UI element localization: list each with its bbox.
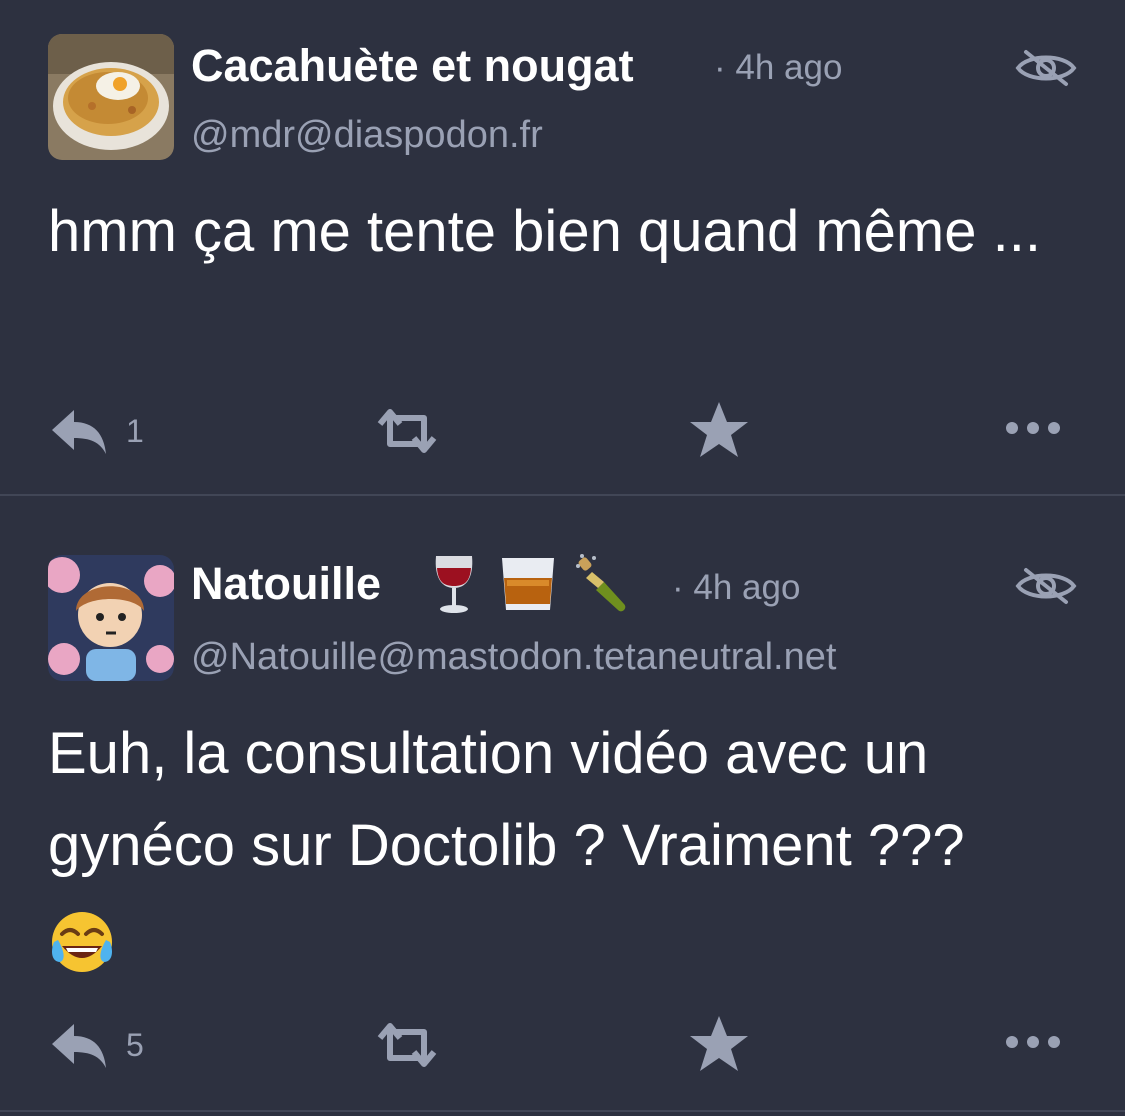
display-name[interactable]: Cacahuète et nougat xyxy=(191,40,634,92)
display-name[interactable]: Natouille xyxy=(191,558,381,610)
account-handle[interactable]: @mdr@diaspodon.fr xyxy=(191,114,543,157)
boost-icon[interactable] xyxy=(372,1020,442,1070)
reply-icon[interactable] xyxy=(50,406,108,456)
avatar[interactable] xyxy=(48,555,174,681)
star-icon[interactable] xyxy=(688,400,750,460)
reply-count: 5 xyxy=(126,1027,144,1063)
timestamp[interactable]: · 4h ago xyxy=(672,568,800,608)
food-dish-photo xyxy=(48,34,174,160)
status-post[interactable]: Natouille · 4h ago @Natouille@mastodon.t… xyxy=(0,496,1125,1112)
reply-count: 1 xyxy=(126,413,144,449)
eye-slash-icon[interactable] xyxy=(1014,566,1078,606)
post-content: Euh, la consultation vidéo avec un gynéc… xyxy=(48,708,1088,984)
post-content-text: Euh, la consultation vidéo avec un gynéc… xyxy=(48,721,965,878)
reply-icon[interactable] xyxy=(50,1020,108,1070)
timestamp[interactable]: · 4h ago xyxy=(714,48,842,88)
cartoon-avatar xyxy=(48,555,174,681)
action-bar: 1 xyxy=(0,396,1125,466)
face-with-tears-of-joy-emoji xyxy=(48,908,116,976)
more-icon[interactable] xyxy=(1004,1032,1062,1052)
champagne-bottle-emoji xyxy=(574,552,634,616)
action-bar: 5 xyxy=(0,1010,1125,1080)
star-icon[interactable] xyxy=(688,1014,750,1074)
eye-slash-icon[interactable] xyxy=(1014,48,1078,88)
status-post[interactable]: Cacahuète et nougat · 4h ago @mdr@diaspo… xyxy=(0,0,1125,496)
account-handle[interactable]: @Natouille@mastodon.tetaneutral.net xyxy=(191,636,836,679)
wine-glass-emoji xyxy=(424,552,484,616)
more-icon[interactable] xyxy=(1004,418,1062,438)
avatar[interactable] xyxy=(48,34,174,160)
post-content: hmm ça me tente bien quand même ... xyxy=(48,199,1041,264)
boost-icon[interactable] xyxy=(372,406,442,456)
tumbler-glass-emoji xyxy=(498,552,558,616)
